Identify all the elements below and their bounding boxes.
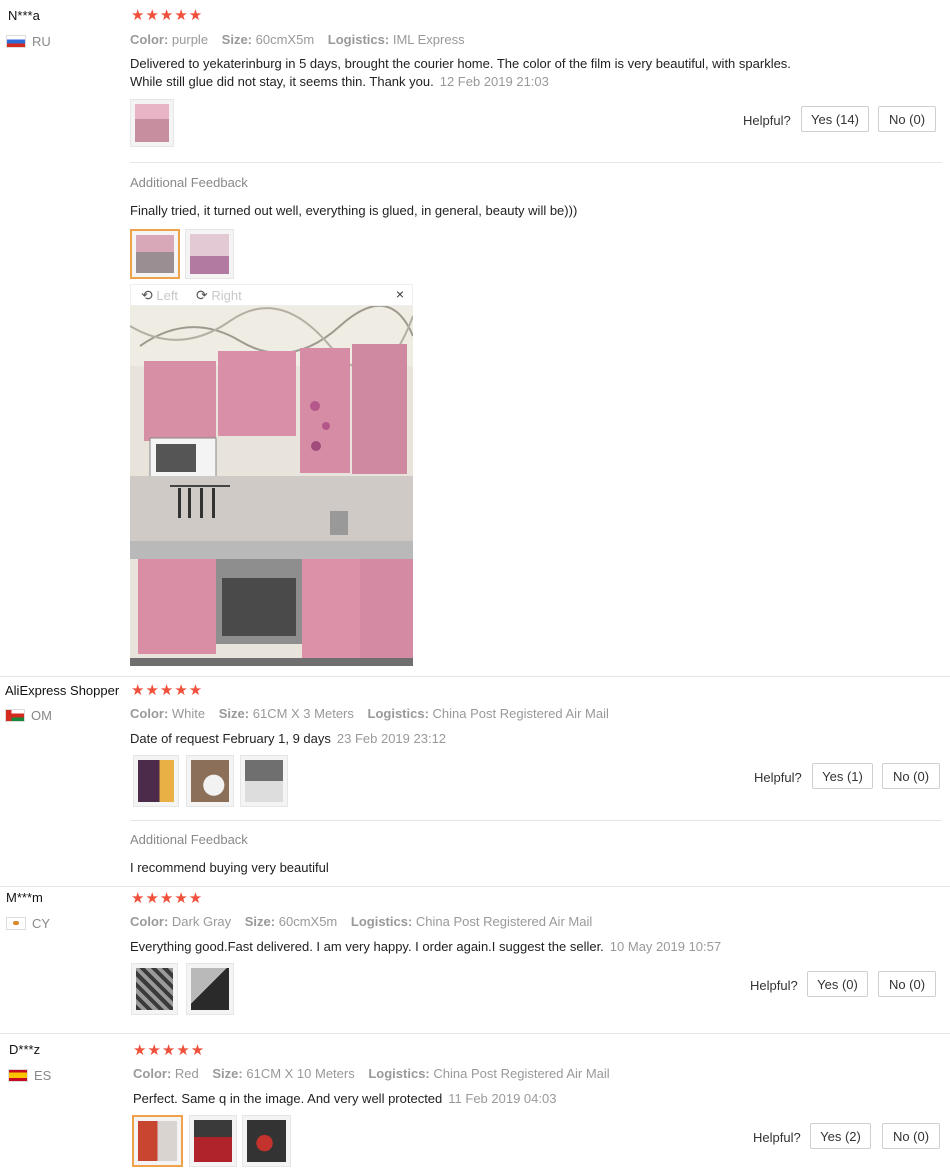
review-text: Date of request February 1, 9 days 23 Feb…	[130, 731, 447, 746]
size-value: 61CM X 3 Meters	[252, 706, 354, 721]
review-date: 10 May 2019 10:57	[609, 939, 722, 954]
size-label: Size:	[212, 1066, 243, 1081]
close-icon[interactable]: ×	[396, 286, 404, 302]
review-date: 23 Feb 2019 23:12	[336, 731, 447, 746]
review-photo-thumbnail-selected[interactable]	[132, 1115, 183, 1167]
divider	[130, 820, 942, 821]
logistics-label: Logistics:	[367, 706, 429, 721]
color-value: purple	[171, 32, 209, 47]
size-label: Size:	[218, 706, 250, 721]
review-attributes: Color: White Size: 61CM X 3 Meters Logis…	[130, 706, 609, 721]
review-text-line: Delivered to yekaterinburg in 5 days, br…	[130, 56, 791, 71]
review-text: Perfect. Same q in the image. And very w…	[133, 1091, 557, 1106]
reviewer-country: ES	[8, 1068, 51, 1083]
helpful-label: Helpful?	[743, 113, 791, 128]
review-photo-thumbnail[interactable]	[186, 755, 234, 807]
helpful-label: Helpful?	[750, 978, 798, 993]
size-label: Size:	[221, 32, 253, 47]
reviewer-name: AliExpress Shopper	[5, 683, 120, 698]
rotate-left-label: Left	[156, 288, 179, 303]
image-viewer-toolbar: ⟲ Left ⟳ Right ×	[130, 284, 413, 306]
additional-photo-thumbnail[interactable]	[185, 229, 234, 279]
reviewer-country: OM	[5, 708, 52, 723]
spain-flag-icon	[8, 1069, 28, 1082]
logistics-value: China Post Registered Air Mail	[432, 706, 609, 721]
star-rating: ★★★★★	[131, 890, 204, 907]
review-photo-thumbnail[interactable]	[242, 1115, 291, 1167]
rotate-right-button[interactable]: ⟳ Right	[196, 287, 242, 304]
divider	[130, 162, 942, 163]
review-photo-thumbnail[interactable]	[131, 963, 178, 1015]
helpful-yes-button[interactable]: Yes (0)	[807, 971, 868, 997]
size-value: 60cmX5m	[278, 914, 338, 929]
additional-feedback-text: I recommend buying very beautiful	[130, 860, 329, 875]
logistics-label: Logistics:	[350, 914, 413, 929]
country-code: ES	[34, 1068, 52, 1083]
review-attributes: Color: Red Size: 61CM X 10 Meters Logist…	[133, 1066, 610, 1081]
logistics-value: IML Express	[392, 32, 465, 47]
review-separator	[0, 676, 950, 677]
country-code: RU	[32, 34, 51, 49]
additional-feedback-title: Additional Feedback	[130, 175, 248, 190]
helpful-label: Helpful?	[754, 770, 802, 785]
reviewer-name: D***z	[9, 1042, 41, 1057]
rotate-right-label: Right	[211, 288, 242, 303]
helpful-yes-button[interactable]: Yes (14)	[801, 106, 869, 132]
size-value: 60cmX5m	[255, 32, 315, 47]
reviewer-country: CY	[6, 916, 50, 931]
rotate-right-icon: ⟳	[196, 287, 208, 303]
color-value: White	[171, 706, 206, 721]
additional-feedback-text: Finally tried, it turned out well, every…	[130, 203, 578, 218]
reviewer-name: M***m	[6, 890, 43, 905]
reviewer-name: N***a	[8, 8, 40, 23]
logistics-value: China Post Registered Air Mail	[433, 1066, 610, 1081]
helpful-no-button[interactable]: No (0)	[882, 1123, 940, 1149]
review-attributes: Color: purple Size: 60cmX5m Logistics: I…	[130, 32, 465, 47]
size-label: Size:	[244, 914, 276, 929]
star-rating: ★★★★★	[131, 682, 204, 699]
reviewer-country: RU	[6, 34, 51, 49]
review-photo-thumbnail[interactable]	[240, 755, 288, 807]
review-text-line-2: While still glue did not stay, it seems …	[130, 74, 549, 89]
review-separator	[0, 886, 950, 887]
additional-photo-thumbnail-selected[interactable]	[130, 229, 180, 279]
helpful-no-button[interactable]: No (0)	[878, 106, 936, 132]
review-photo-thumbnail[interactable]	[189, 1115, 237, 1167]
review-text: Everything good.Fast delivered. I am ver…	[130, 939, 722, 954]
cyprus-flag-icon	[6, 917, 26, 930]
review-attributes: Color: Dark Gray Size: 60cmX5m Logistics…	[130, 914, 592, 929]
country-code: OM	[31, 708, 52, 723]
review-photo-large	[130, 306, 413, 666]
oman-flag-icon	[5, 709, 25, 722]
review-date: 12 Feb 2019 21:03	[439, 74, 549, 89]
rotate-left-icon: ⟲	[141, 287, 153, 303]
helpful-yes-button[interactable]: Yes (2)	[810, 1123, 871, 1149]
logistics-value: China Post Registered Air Mail	[415, 914, 593, 929]
color-label: Color:	[133, 1066, 172, 1081]
helpful-no-button[interactable]: No (0)	[882, 763, 940, 789]
color-value: Red	[174, 1066, 199, 1081]
logistics-label: Logistics:	[368, 1066, 430, 1081]
country-code: CY	[32, 916, 51, 931]
helpful-label: Helpful?	[753, 1130, 801, 1145]
color-value: Dark Gray	[171, 914, 232, 929]
logistics-label: Logistics:	[327, 32, 390, 47]
color-label: Color:	[130, 706, 169, 721]
additional-feedback-title: Additional Feedback	[130, 832, 248, 847]
review-photo-thumbnail[interactable]	[133, 755, 179, 807]
star-rating: ★★★★★	[133, 1042, 206, 1059]
review-separator	[0, 1033, 950, 1034]
review-photo-thumbnail[interactable]	[130, 99, 174, 147]
size-value: 61CM X 10 Meters	[246, 1066, 355, 1081]
rotate-left-button[interactable]: ⟲ Left	[141, 287, 178, 304]
color-label: Color:	[130, 914, 169, 929]
review-photo-thumbnail[interactable]	[186, 963, 234, 1015]
russia-flag-icon	[6, 35, 26, 48]
review-date: 11 Feb 2019 04:03	[448, 1091, 557, 1106]
helpful-yes-button[interactable]: Yes (1)	[812, 763, 873, 789]
star-rating: ★★★★★	[131, 7, 204, 24]
color-label: Color:	[130, 32, 169, 47]
review-text: Delivered to yekaterinburg in 5 days, br…	[130, 55, 791, 91]
helpful-no-button[interactable]: No (0)	[878, 971, 936, 997]
